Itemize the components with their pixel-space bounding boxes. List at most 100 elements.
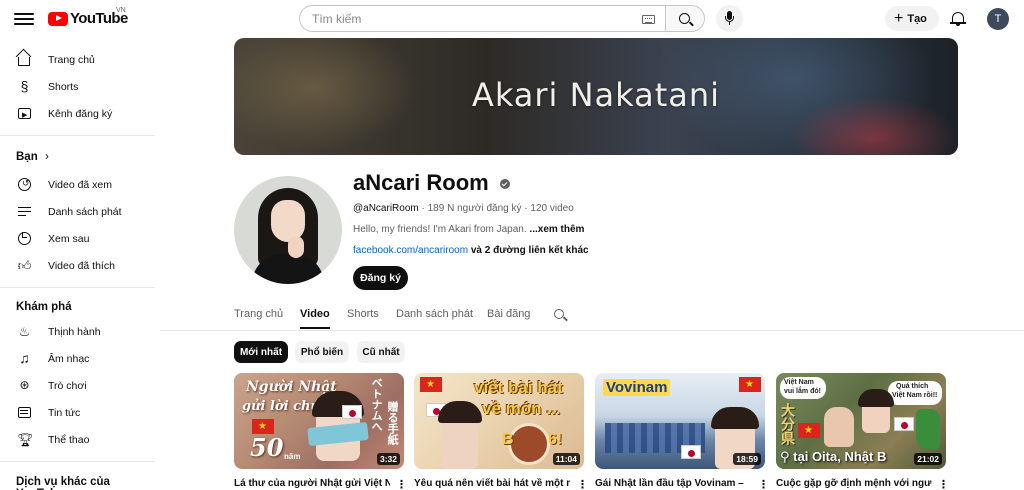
japan-flag-icon <box>681 445 701 459</box>
sidebar-item-news[interactable]: Tin tức <box>0 399 160 426</box>
sidebar-item-gaming[interactable]: ⊛ Trò chơi <box>0 372 160 399</box>
thumb-overlay-text: ベトナムへ <box>370 377 383 432</box>
menu-icon[interactable] <box>14 10 34 28</box>
thumb-overlay-text: viết bài hát <box>474 378 563 397</box>
description-text: Hello, my friends! I'm Akari from Japan. <box>353 224 527 235</box>
tab-videos[interactable]: Video <box>300 308 330 320</box>
video-thumbnail[interactable]: Người Nhật gửi lời chúc 50 năm ベトナムへ 贈る手… <box>234 373 404 469</box>
sidebar-item-label: Video đã thích <box>48 260 115 272</box>
sidebar-item-label: Shorts <box>48 81 79 93</box>
channel-avatar[interactable] <box>234 176 342 284</box>
more-options-icon[interactable]: ⋮ <box>938 478 949 490</box>
more-options-icon[interactable]: ⋮ <box>577 478 588 490</box>
music-icon: ♫ <box>19 350 30 366</box>
sidebar: Trang chủ § Shorts ▶ Kênh đăng ký Bạn › … <box>0 38 160 490</box>
sidebar-item-home[interactable]: Trang chủ <box>0 46 160 73</box>
video-thumbnail[interactable]: Việt Nam vui lắm đó! Quá thích Việt Nam … <box>776 373 946 469</box>
facebook-link[interactable]: facebook.com/ancariroom <box>353 245 468 256</box>
more-links[interactable]: và 2 đường liên kết khác <box>471 245 589 256</box>
channel-description[interactable]: Hello, my friends! I'm Akari from Japan.… <box>353 224 584 235</box>
voice-search-button[interactable] <box>716 5 743 32</box>
sidebar-divider <box>0 135 155 136</box>
shorts-icon: § <box>20 78 29 94</box>
tab-playlists[interactable]: Danh sách phát <box>396 308 473 320</box>
sidebar-item-music[interactable]: ♫ Âm nhạc <box>0 345 160 372</box>
chip-popular[interactable]: Phổ biến <box>295 341 349 363</box>
sidebar-item-trending[interactable]: ♨ Thịnh hành <box>0 318 160 345</box>
playlists-icon <box>17 204 32 219</box>
sidebar-item-label: Trang chủ <box>48 54 95 66</box>
video-title[interactable]: Lá thư của người Nhật gửi Việt Nam <box>234 478 390 489</box>
sidebar-item-watch-later[interactable]: Xem sau <box>0 225 160 252</box>
thumb-overlay-text: B <box>502 431 514 448</box>
sidebar-item-subscriptions[interactable]: ▶ Kênh đăng ký <box>0 100 160 127</box>
youtube-logo[interactable]: YouTube VN <box>48 7 128 27</box>
video-title[interactable]: Yêu quá nên viết bài hát về một món <box>414 478 570 489</box>
sidebar-item-shorts[interactable]: § Shorts <box>0 73 160 100</box>
more-options-icon[interactable]: ⋮ <box>758 478 769 490</box>
tab-posts[interactable]: Bài đăng <box>487 308 530 320</box>
chip-oldest[interactable]: Cũ nhất <box>357 341 405 363</box>
sidebar-item-label: Tin tức <box>48 407 81 419</box>
subscriber-count: 189 N người đăng ký <box>427 203 522 214</box>
sidebar-explore-heading: Khám phá <box>16 301 72 313</box>
create-label: Tạo <box>907 12 927 25</box>
thumb-overlay-text: về món ... <box>482 399 561 418</box>
sidebar-you-heading[interactable]: Bạn › <box>16 151 49 163</box>
trophy-icon: 🏆︎ <box>17 432 34 447</box>
video-duration: 21:02 <box>914 453 942 465</box>
sidebar-item-playlists[interactable]: Danh sách phát <box>0 198 160 225</box>
plus-icon: + <box>894 9 904 27</box>
sidebar-item-history[interactable]: ↺ Video đã xem <box>0 171 160 198</box>
tab-shorts[interactable]: Shorts <box>347 308 379 320</box>
chevron-right-icon: › <box>44 151 49 163</box>
sidebar-item-label: Xem sau <box>48 233 90 245</box>
location-pin-icon: ⚲ <box>780 449 790 464</box>
video-title[interactable]: Cuộc gặp gỡ định mệnh với người <box>776 478 932 489</box>
japan-flag-icon <box>894 417 914 431</box>
tabs-divider <box>160 330 1024 331</box>
account-avatar[interactable]: T <box>987 8 1009 30</box>
top-bar: YouTube VN + Tạo T <box>0 0 1024 38</box>
channel-links: facebook.com/ancariroom và 2 đường liên … <box>353 245 589 256</box>
sidebar-item-label: Trò chơi <box>48 380 87 392</box>
sidebar-item-liked[interactable]: 👍︎ Video đã thích <box>0 252 160 279</box>
create-button[interactable]: + Tạo <box>885 6 939 31</box>
thumb-overlay-text: 大分県 <box>780 403 796 445</box>
more-options-icon[interactable]: ⋮ <box>396 478 407 490</box>
japan-flag-icon <box>342 405 362 419</box>
sidebar-item-sports[interactable]: 🏆︎ Thể thao <box>0 426 160 453</box>
search-button[interactable] <box>665 5 705 32</box>
thumb-overlay-text: Việt Nam rồi!! <box>892 392 938 399</box>
notifications-bell-icon[interactable] <box>950 11 966 27</box>
trending-icon: ♨ <box>18 324 31 339</box>
country-code: VN <box>116 7 126 14</box>
keyboard-icon[interactable] <box>642 15 655 24</box>
video-title[interactable]: Gái Nhật lần đầu tập Vovinam – <box>595 478 751 489</box>
thumb-overlay-text: năm <box>284 452 301 461</box>
like-icon: 👍︎ <box>17 258 32 273</box>
vietnam-flag-icon <box>252 419 274 434</box>
channel-handle: @aNcariRoom <box>353 203 419 214</box>
search-box <box>299 5 665 32</box>
subscriptions-icon: ▶ <box>17 106 32 121</box>
channel-search-button[interactable] <box>554 309 568 323</box>
video-count: 120 video <box>530 203 574 214</box>
chip-latest[interactable]: Mới nhất <box>234 341 288 363</box>
video-duration: 3:32 <box>376 453 400 465</box>
sidebar-item-label: Thể thao <box>48 434 90 446</box>
thumb-overlay-text: 贈る手紙 <box>386 401 399 445</box>
search-input[interactable] <box>312 12 632 26</box>
verified-badge-icon <box>500 179 510 189</box>
show-more-link[interactable]: ...xem thêm <box>529 224 584 235</box>
tab-home[interactable]: Trang chủ <box>234 308 283 320</box>
video-thumbnail[interactable]: Vovinam 18:59 <box>595 373 765 469</box>
search-icon <box>554 309 564 319</box>
vietnam-flag-icon <box>798 423 820 438</box>
subscribe-button[interactable]: Đăng ký <box>353 266 408 290</box>
sidebar-divider <box>0 461 155 462</box>
video-duration: 18:59 <box>733 453 761 465</box>
video-thumbnail[interactable]: viết bài hát về món ... B 6! 11:04 <box>414 373 584 469</box>
sidebar-more-heading: Dịch vụ khác của YouTube <box>16 476 110 490</box>
thumb-overlay-text: 6! <box>548 431 563 448</box>
